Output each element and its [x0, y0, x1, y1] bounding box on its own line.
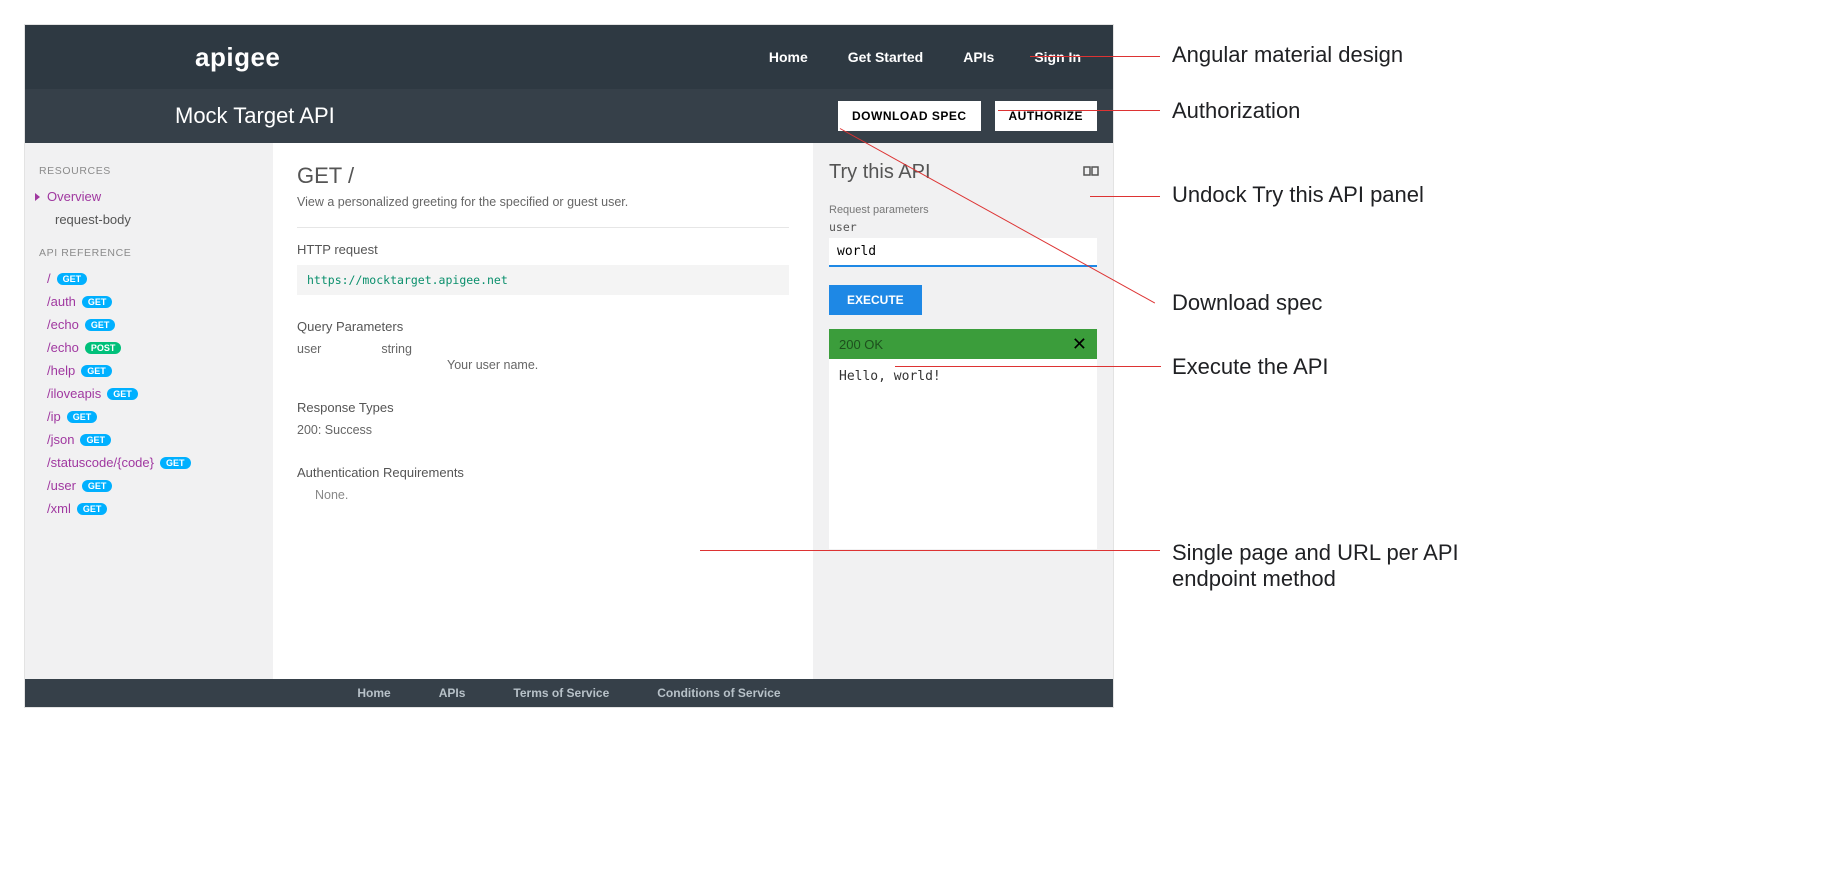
try-api-panel: Try this API Request parameters user EXE… [813, 143, 1113, 679]
api-title-bar: Mock Target API DOWNLOAD SPEC AUTHORIZE [25, 89, 1113, 143]
callout-single-page: Single page and URL per API endpoint met… [1172, 540, 1532, 592]
response-status-text: 200 OK [839, 337, 883, 352]
footer-tos[interactable]: Terms of Service [513, 686, 609, 700]
nav-home[interactable]: Home [749, 49, 828, 65]
request-parameters-label: Request parameters [829, 204, 1097, 216]
auth-requirements-heading: Authentication Requirements [297, 465, 789, 480]
method-pill: GET [160, 457, 191, 469]
endpoint-path: /json [47, 432, 74, 447]
callout-material: Angular material design [1172, 42, 1403, 68]
method-pill: GET [82, 296, 113, 308]
footer-home[interactable]: Home [357, 686, 390, 700]
auth-requirements-value: None. [315, 488, 789, 502]
method-pill: GET [85, 319, 116, 331]
method-pill: GET [67, 411, 98, 423]
endpoint-title: GET / [297, 163, 789, 189]
sidebar-endpoint[interactable]: /statuscode/{code} GET [37, 451, 261, 474]
response-200: 200: Success [297, 423, 789, 437]
authorize-button[interactable]: AUTHORIZE [995, 101, 1098, 131]
undock-icon[interactable] [1083, 163, 1099, 179]
method-pill: GET [81, 365, 112, 377]
endpoint-path: /xml [47, 501, 71, 516]
sidebar-endpoint[interactable]: /echo POST [37, 336, 261, 359]
nav-get-started[interactable]: Get Started [828, 49, 943, 65]
request-param-name: user [829, 220, 1097, 234]
response-status-bar: 200 OK ✕ [829, 329, 1097, 359]
query-parameters-heading: Query Parameters [297, 319, 789, 334]
param-description: Your user name. [447, 358, 789, 372]
sidebar-endpoint[interactable]: / GET [37, 267, 261, 290]
nav-apis[interactable]: APIs [943, 49, 1014, 65]
footer: Home APIs Terms of Service Conditions of… [25, 679, 1113, 707]
sidebar-heading-api-reference: API REFERENCE [39, 247, 261, 259]
sidebar-item-label: request-body [55, 212, 131, 227]
response-types-heading: Response Types [297, 400, 789, 415]
method-pill: GET [82, 480, 113, 492]
brand-logo: apigee [195, 42, 280, 73]
try-api-title: Try this API [829, 161, 1097, 184]
endpoint-path: /auth [47, 294, 76, 309]
nav-sign-in[interactable]: Sign In [1014, 49, 1101, 65]
sidebar-item-request-body[interactable]: request-body [37, 208, 261, 231]
endpoint-path: /help [47, 363, 75, 378]
endpoint-path: /iloveapis [47, 386, 101, 401]
endpoint-path: /echo [47, 317, 79, 332]
endpoint-path: /ip [47, 409, 61, 424]
http-request-heading: HTTP request [297, 242, 789, 257]
param-name: user [297, 342, 321, 356]
method-pill: GET [80, 434, 111, 446]
sidebar-endpoint[interactable]: /echo GET [37, 313, 261, 336]
sidebar-endpoint[interactable]: /user GET [37, 474, 261, 497]
sidebar-endpoint[interactable]: /xml GET [37, 497, 261, 520]
endpoint-path: /echo [47, 340, 79, 355]
callout-download: Download spec [1172, 290, 1322, 316]
endpoint-doc: GET / View a personalized greeting for t… [273, 143, 813, 679]
method-pill: POST [85, 342, 122, 354]
callout-undock: Undock Try this API panel [1172, 182, 1472, 208]
callout-authorization: Authorization [1172, 98, 1300, 124]
footer-apis[interactable]: APIs [439, 686, 466, 700]
sidebar-endpoint[interactable]: /ip GET [37, 405, 261, 428]
sidebar-endpoint[interactable]: /json GET [37, 428, 261, 451]
sidebar-heading-resources: RESOURCES [39, 165, 261, 177]
top-nav-bar: apigee Home Get Started APIs Sign In [25, 25, 1113, 89]
sidebar: RESOURCES Overview request-body API REFE… [25, 143, 273, 679]
sidebar-endpoint[interactable]: /iloveapis GET [37, 382, 261, 405]
download-spec-button[interactable]: DOWNLOAD SPEC [838, 101, 981, 131]
method-pill: GET [57, 273, 88, 285]
endpoint-path: / [47, 271, 51, 286]
endpoint-path: /user [47, 478, 76, 493]
execute-button[interactable]: EXECUTE [829, 285, 922, 315]
method-pill: GET [107, 388, 138, 400]
close-icon[interactable]: ✕ [1072, 334, 1087, 355]
sidebar-item-label: Overview [47, 189, 101, 204]
footer-cos[interactable]: Conditions of Service [657, 686, 780, 700]
sidebar-endpoint[interactable]: /auth GET [37, 290, 261, 313]
endpoint-description: View a personalized greeting for the spe… [297, 195, 789, 209]
callout-execute: Execute the API [1172, 354, 1329, 380]
method-pill: GET [77, 503, 108, 515]
param-type: string [381, 342, 412, 356]
content-body: RESOURCES Overview request-body API REFE… [25, 143, 1113, 679]
response-body: Hello, world! [829, 359, 1097, 549]
sidebar-item-overview[interactable]: Overview [37, 185, 261, 208]
sidebar-endpoint[interactable]: /help GET [37, 359, 261, 382]
http-request-url: https://mocktarget.apigee.net [297, 265, 789, 295]
endpoint-path: /statuscode/{code} [47, 455, 154, 470]
api-title: Mock Target API [175, 103, 335, 129]
user-input[interactable] [829, 238, 1097, 267]
